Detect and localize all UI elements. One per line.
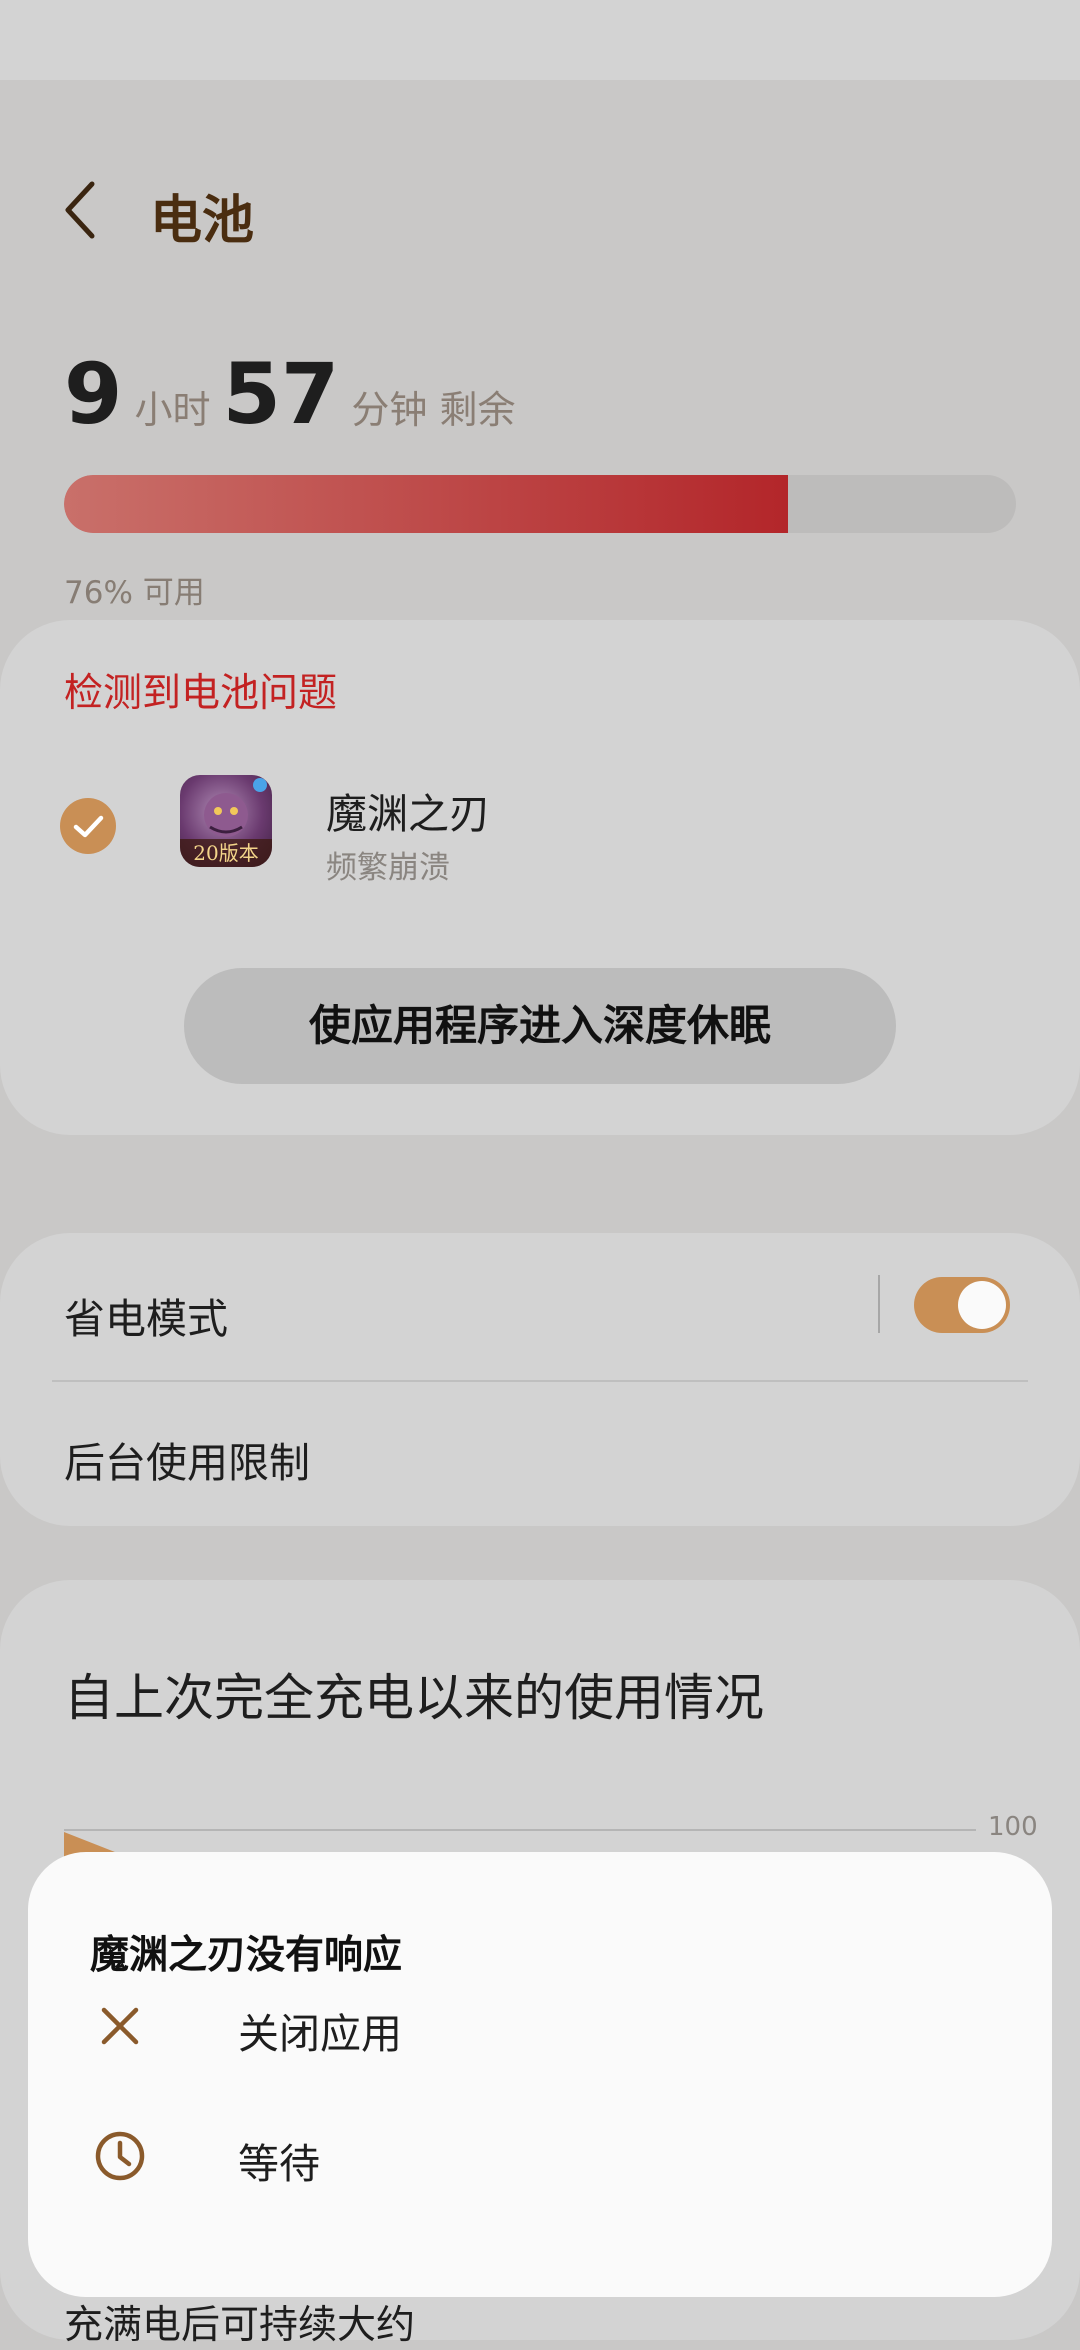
- settings-divider: [52, 1380, 1028, 1382]
- page-title: 电池: [150, 191, 255, 251]
- battery-remaining-time: 9 小时 57 分钟 剩余: [64, 345, 527, 443]
- deep-sleep-button[interactable]: 使应用程序进入深度休眠: [184, 968, 896, 1084]
- usage-title: 自上次完全充电以来的使用情况: [64, 1669, 764, 1727]
- app-icon-badge: 20版本: [180, 839, 272, 867]
- close-icon: [101, 2007, 139, 2045]
- battery-percent-text: 76% 可用: [64, 575, 205, 611]
- background-limit-item[interactable]: 后台使用限制: [64, 1429, 310, 1489]
- wait-option[interactable]: 等待: [28, 2100, 1052, 2210]
- chevron-left-icon: [65, 181, 95, 239]
- full-charge-text: 充满电后可持续大约: [64, 2303, 416, 2348]
- settings-card: 省电模式 后台使用限制: [0, 1233, 1080, 1526]
- back-button[interactable]: [52, 170, 112, 250]
- hours-unit: 小时: [134, 388, 211, 432]
- close-app-option[interactable]: 关闭应用: [28, 1970, 1052, 2080]
- checkmark-icon: [73, 815, 104, 838]
- app-name: 魔渊之刃: [326, 790, 490, 838]
- status-bar: [0, 0, 1080, 80]
- app-status: 频繁崩溃: [326, 850, 450, 886]
- hours-value: 9: [64, 345, 123, 443]
- clock-icon: [95, 2131, 145, 2181]
- header: 电池: [0, 150, 1080, 270]
- app-not-responding-dialog: 魔渊之刃没有响应 关闭应用 等待: [28, 1852, 1052, 2297]
- battery-level-bar: [64, 475, 1016, 533]
- wait-label: 等待: [238, 2140, 320, 2188]
- minutes-value: 57: [222, 345, 340, 443]
- minutes-unit: 分钟 剩余: [351, 388, 516, 432]
- power-save-toggle[interactable]: [914, 1277, 1010, 1333]
- usage-chart-tick-max: 100: [988, 1812, 1038, 1842]
- app-icon: 20版本: [180, 775, 272, 867]
- usage-chart-max-line: [64, 1829, 976, 1831]
- battery-problem-card: 检测到电池问题 20版本 魔渊之刃 频繁崩溃 使应用程序进入深度休眠: [0, 620, 1080, 1135]
- close-app-label: 关闭应用: [238, 2010, 402, 2058]
- vertical-divider: [878, 1275, 880, 1333]
- power-save-label[interactable]: 省电模式: [64, 1285, 228, 1345]
- problem-title: 检测到电池问题: [64, 671, 338, 716]
- toggle-knob: [958, 1281, 1006, 1329]
- battery-level-fill: [64, 475, 788, 533]
- app-select-checkbox[interactable]: [60, 798, 116, 854]
